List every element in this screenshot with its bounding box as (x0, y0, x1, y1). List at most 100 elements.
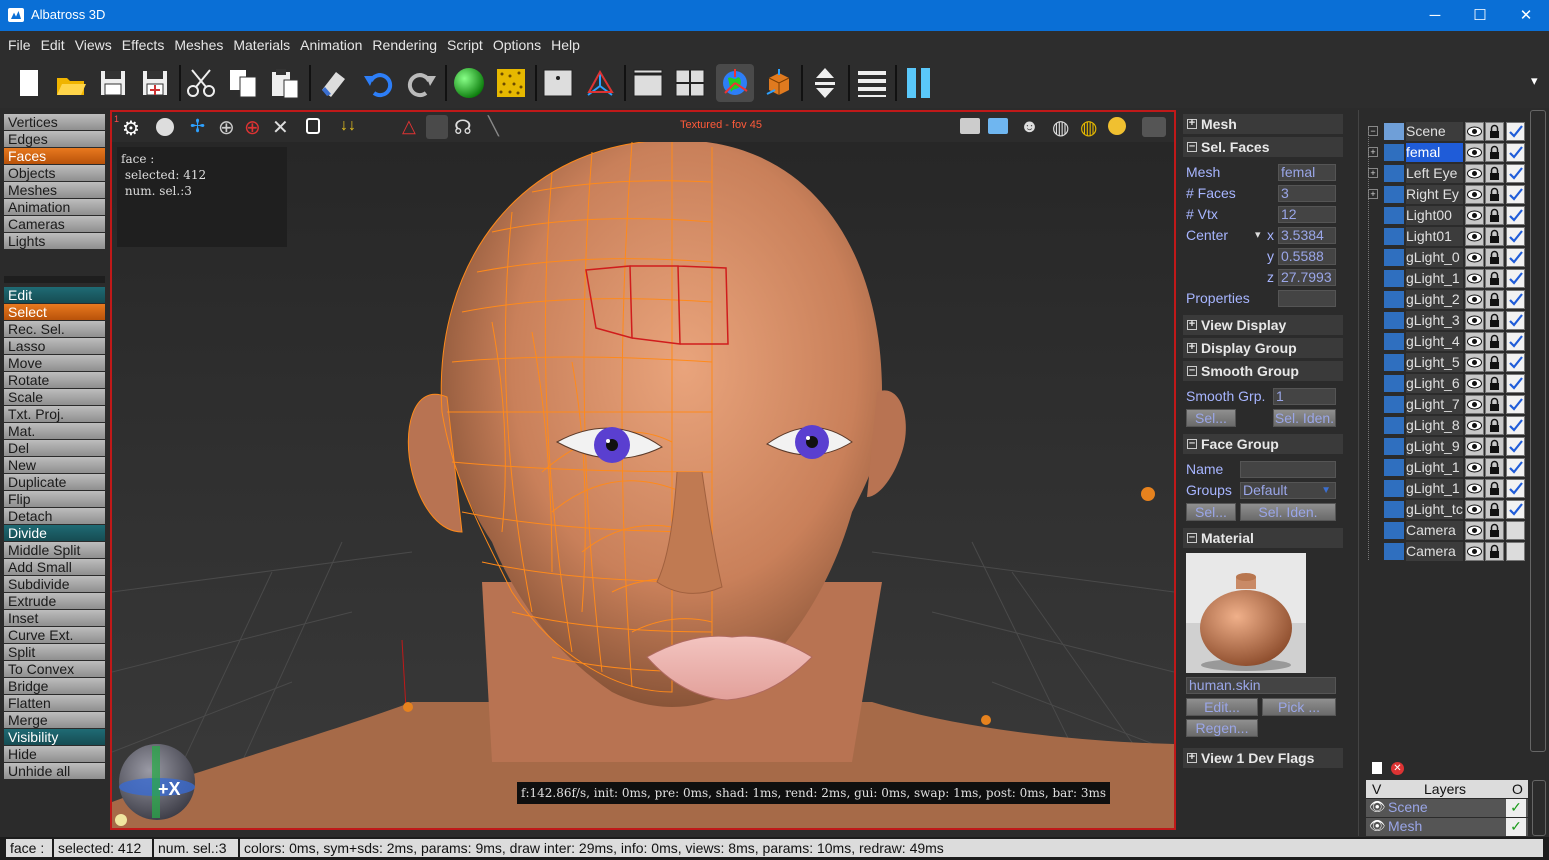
tool-flip[interactable]: Flip (4, 491, 105, 507)
scene-item-name[interactable]: Light01 (1406, 227, 1463, 246)
gold-globe-icon[interactable]: ◍ (1080, 115, 1097, 140)
check-icon[interactable] (1506, 143, 1525, 162)
tool-move[interactable]: Move (4, 355, 105, 371)
visibility-eye-icon[interactable] (1465, 248, 1484, 267)
menu-options[interactable]: Options (488, 31, 546, 59)
visibility-eye-icon[interactable] (1465, 269, 1484, 288)
scene-tree-row[interactable]: gLight_1 (1364, 268, 1530, 289)
visibility-eye-icon[interactable] (1465, 395, 1484, 414)
scene-tree-row[interactable]: gLight_8 (1364, 415, 1530, 436)
section-face-group[interactable]: Face Group (1183, 433, 1343, 454)
visibility-eye-icon[interactable] (1465, 143, 1484, 162)
close-button[interactable]: ✕ (1503, 0, 1549, 31)
section-view-display[interactable]: View Display (1183, 314, 1343, 335)
move-gizmo-icon[interactable]: ✢ (190, 116, 205, 137)
list-icon[interactable] (853, 64, 891, 102)
unchecked-box[interactable] (1506, 521, 1525, 540)
scene-item-name[interactable]: Light00 (1406, 206, 1463, 225)
layer-row[interactable]: 👁 Scene ✓ (1366, 799, 1528, 817)
picture-icon[interactable] (988, 118, 1008, 134)
smooth-grp-field[interactable]: 1 (1273, 388, 1336, 405)
lock-icon[interactable] (1485, 353, 1504, 372)
section-smooth-group[interactable]: Smooth Group (1183, 360, 1343, 381)
orientation-gizmo[interactable] (119, 744, 195, 820)
panel-splitter-vertical[interactable] (1358, 110, 1362, 836)
lock-icon[interactable] (1485, 227, 1504, 246)
section-view1-dev-flags[interactable]: View 1 Dev Flags (1183, 747, 1343, 768)
tool-middle-split[interactable]: Middle Split (4, 542, 105, 558)
unchecked-box[interactable] (1506, 542, 1525, 561)
lock-icon[interactable] (1485, 122, 1504, 141)
scene-item-name[interactable]: gLight_1 (1406, 479, 1463, 498)
light-toggle-icon[interactable] (115, 814, 127, 826)
visibility-eye-icon[interactable] (1465, 164, 1484, 183)
undo-icon[interactable] (360, 64, 398, 102)
face-group-sel-iden-button[interactable]: Sel. Iden. (1240, 503, 1336, 521)
tool-rotate[interactable]: Rotate (4, 372, 105, 388)
move-vertical-icon[interactable] (806, 64, 844, 102)
scene-item-name[interactable]: gLight_2 (1406, 290, 1463, 309)
new-layer-icon[interactable] (1372, 762, 1382, 774)
tool-to-convex[interactable]: To Convex (4, 661, 105, 677)
lock-icon[interactable] (1485, 479, 1504, 498)
check-icon[interactable] (1506, 248, 1525, 267)
layer-row[interactable]: 👁 Mesh ✓ (1366, 818, 1528, 836)
section-sel-faces[interactable]: Sel. Faces (1183, 136, 1343, 157)
expand-icon[interactable]: + (1368, 189, 1378, 199)
render-people-icon[interactable]: ☻ (1020, 116, 1039, 137)
check-icon[interactable] (1506, 311, 1525, 330)
tool-duplicate[interactable]: Duplicate (4, 474, 105, 490)
material-preview-thumbnail[interactable] (1186, 553, 1306, 673)
tool-lasso[interactable]: Lasso (4, 338, 105, 354)
mode-lights[interactable]: Lights (4, 233, 105, 249)
check-icon[interactable] (1506, 374, 1525, 393)
material-regen-button[interactable]: Regen... (1186, 719, 1258, 737)
3d-viewport[interactable]: 1 ⚙ ✢ ⊕ ⊕ ✕ ↓↓ △ ☊ ╲ Textured - fov 45 ☻… (110, 110, 1176, 830)
axis-icon[interactable] (581, 64, 619, 102)
visibility-eye-icon[interactable] (1465, 311, 1484, 330)
tool-rec-sel[interactable]: Rec. Sel. (4, 321, 105, 337)
check-icon[interactable] (1506, 416, 1525, 435)
gear-icon[interactable]: ⚙ (122, 116, 140, 141)
menu-views[interactable]: Views (70, 31, 117, 59)
visibility-eye-icon[interactable] (1465, 500, 1484, 519)
scene-tree-row[interactable]: Light00 (1364, 205, 1530, 226)
tool-curve-ext[interactable]: Curve Ext. (4, 627, 105, 643)
tool-group-edit[interactable]: Edit (4, 287, 105, 303)
tool-add-small[interactable]: Add Small (4, 559, 105, 575)
material-edit-button[interactable]: Edit... (1186, 698, 1258, 716)
redo-icon[interactable] (402, 64, 440, 102)
material-name-field[interactable]: human.skin (1186, 677, 1336, 694)
check-icon[interactable] (1506, 290, 1525, 309)
section-material[interactable]: Material (1183, 527, 1343, 548)
maximize-button[interactable]: ☐ (1457, 0, 1503, 31)
lock-icon[interactable] (1485, 416, 1504, 435)
face-group-sel-button[interactable]: Sel... (1186, 503, 1236, 521)
scene-tree-row[interactable]: gLight_tc (1364, 499, 1530, 520)
scene-tree-row[interactable]: Camera (1364, 541, 1530, 562)
material-pick-button[interactable]: Pick ... (1262, 698, 1336, 716)
axis-view-icon[interactable]: △ (402, 116, 416, 137)
new-file-icon[interactable] (10, 64, 48, 102)
check-icon[interactable] (1506, 227, 1525, 246)
pause-icon[interactable] (900, 64, 938, 102)
check-icon[interactable] (1506, 164, 1525, 183)
rotate-gizmo-icon[interactable]: ⊕ (244, 115, 261, 140)
center-z-field[interactable]: 27.7993 (1278, 269, 1336, 286)
check-icon[interactable] (1506, 395, 1525, 414)
lock-icon[interactable] (1485, 521, 1504, 540)
visibility-eye-icon[interactable] (1465, 458, 1484, 477)
scene-item-name[interactable]: gLight_0 (1406, 248, 1463, 267)
globe-world-icon[interactable] (716, 64, 754, 102)
layer-check-icon[interactable]: ✓ (1506, 799, 1526, 817)
mode-objects[interactable]: Objects (4, 165, 105, 181)
scene-item-name[interactable]: gLight_tc (1406, 500, 1463, 519)
scene-tree-row[interactable]: + Left Eye (1364, 163, 1530, 184)
mode-animation[interactable]: Animation (4, 199, 105, 215)
brush-icon[interactable]: ╲ (488, 116, 499, 137)
menu-rendering[interactable]: Rendering (367, 31, 442, 59)
check-icon[interactable] (1506, 353, 1525, 372)
center-x-field[interactable]: 3.5384 (1278, 227, 1336, 244)
scene-item-name[interactable]: Right Ey (1406, 185, 1463, 204)
scene-item-name[interactable]: gLight_8 (1406, 416, 1463, 435)
